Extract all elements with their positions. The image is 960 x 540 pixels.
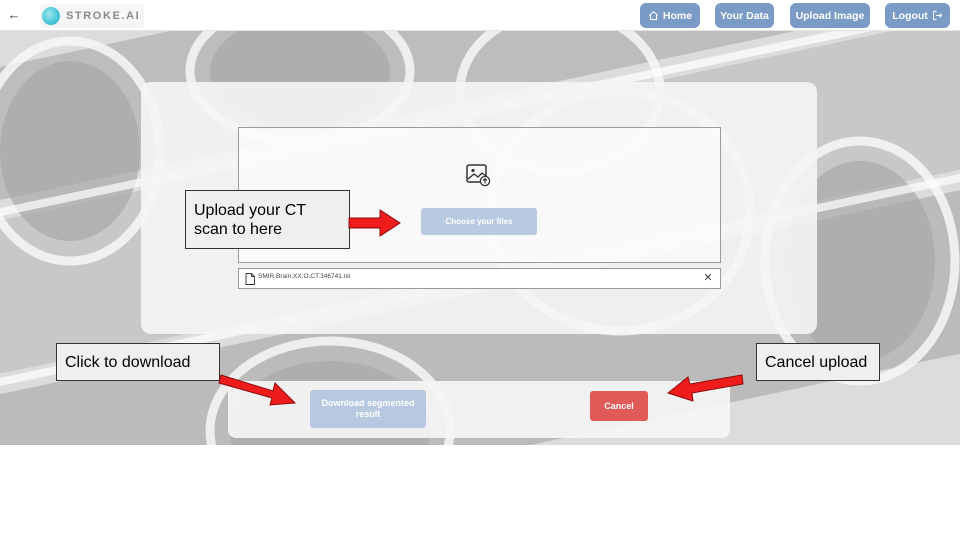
top-nav-bar: ← STROKE.AI Home Your Data Upload Image … [0,0,960,31]
choose-files-label: Choose your files [445,217,513,226]
image-upload-icon [466,164,491,187]
cancel-arrow-icon [666,374,744,402]
upload-hint-text: Upload your CT scan to here [194,202,306,238]
cancel-hint-text: Cancel upload [765,354,868,371]
download-hint-callout: Click to download [56,343,220,381]
cancel-hint-callout: Cancel upload [756,343,880,381]
remove-file-close-icon[interactable]: ✕ [702,271,714,285]
download-hint-text: Click to download [65,354,191,371]
upload-image-button[interactable]: Upload Image [790,3,870,28]
home-button-label: Home [662,9,693,22]
download-button-label: Download segmented result [321,398,415,419]
download-result-button[interactable]: Download segmented result [310,390,426,428]
file-name: SMIR.Brain.XX.O.CT.346741.nii [258,273,351,280]
your-data-button[interactable]: Your Data [715,3,774,28]
cancel-button[interactable]: Cancel [590,391,648,421]
logout-button[interactable]: Logout [885,3,950,28]
brand-name: STROKE.AI [66,10,141,22]
actions-panel [228,381,730,438]
home-icon [648,10,658,20]
home-button[interactable]: Home [640,3,700,28]
logout-icon [932,10,943,21]
back-arrow-icon[interactable]: ← [6,6,22,24]
logout-button-label: Logout [892,9,928,22]
cancel-button-label: Cancel [604,401,634,411]
selected-file-row: SMIR.Brain.XX.O.CT.346741.nii ✕ [238,268,721,289]
brand[interactable]: STROKE.AI [40,4,145,28]
your-data-button-label: Your Data [720,9,769,22]
download-arrow-icon [218,374,297,406]
page: ← STROKE.AI Home Your Data Upload Image … [0,0,960,540]
file-icon [245,273,255,285]
choose-files-button[interactable]: Choose your files [421,208,537,235]
upload-hint-callout: Upload your CT scan to here [185,190,350,249]
upload-image-button-label: Upload Image [795,9,865,22]
upload-arrow-icon [348,209,401,237]
brand-logo-icon [42,7,60,25]
